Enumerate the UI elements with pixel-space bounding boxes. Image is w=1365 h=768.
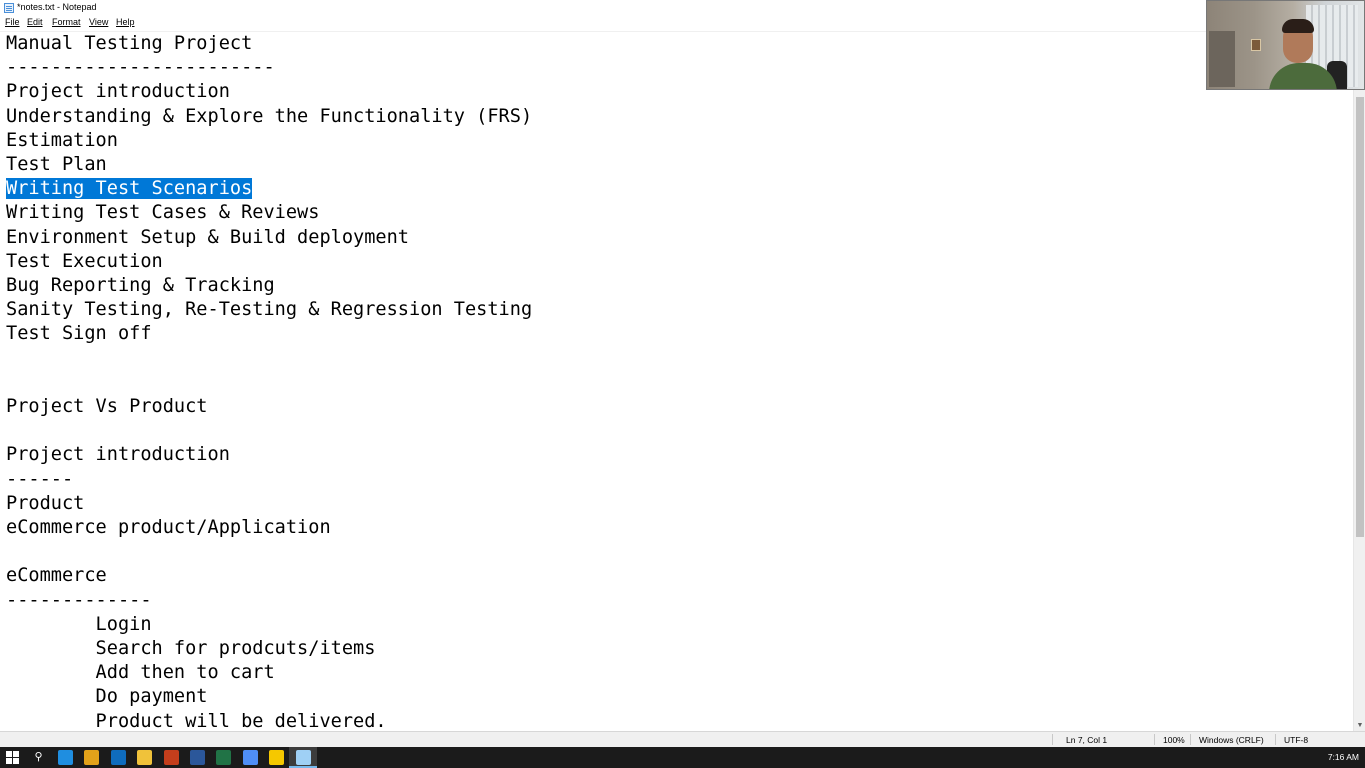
text-line: Estimation <box>6 129 118 151</box>
notepad-icon <box>4 3 14 13</box>
taskbar-clock[interactable]: 7:16 AM <box>1328 752 1359 762</box>
status-position: Ln 7, Col 1 <box>1066 735 1108 745</box>
text-line: Environment Setup & Build deployment <box>6 226 409 248</box>
scrollbar-thumb[interactable] <box>1356 97 1364 537</box>
text-line: Project Vs Product <box>6 396 208 417</box>
status-zoom: 100% <box>1163 735 1185 745</box>
text-line: Project introduction <box>6 81 230 103</box>
text-line: Manual Testing Project <box>6 33 253 54</box>
text-line: Writing Test Scenarios <box>6 177 253 201</box>
text-line: ------------- <box>6 589 152 611</box>
text-line: Test Plan <box>6 154 107 175</box>
status-divider <box>1154 734 1155 745</box>
webcam-background <box>1209 31 1235 87</box>
text-editor[interactable]: Manual Testing Project ------------------… <box>0 31 1353 731</box>
status-encoding: UTF-8 <box>1284 735 1309 745</box>
menu-format[interactable]: Format <box>52 17 81 27</box>
excel-icon[interactable] <box>216 750 232 765</box>
notepad-icon[interactable] <box>295 750 311 765</box>
text-line: Bug Reporting & Tracking <box>6 275 275 296</box>
file-explorer-icon[interactable] <box>137 750 153 765</box>
status-line-ending: Windows (CRLF) <box>1199 735 1264 745</box>
window-title: *notes.txt - Notepad <box>17 2 97 12</box>
scroll-down-icon[interactable]: ▼ <box>1356 722 1364 730</box>
sticky-notes-icon[interactable] <box>269 750 285 765</box>
text-line: Product <box>6 492 85 514</box>
powerpoint-icon[interactable] <box>163 750 179 765</box>
search-icon[interactable]: ⚲ <box>31 750 46 765</box>
text-line: Sanity Testing, Re-Testing & Regression … <box>6 299 533 321</box>
outlook-icon[interactable] <box>110 750 126 765</box>
webcam-app-icon[interactable] <box>242 750 258 765</box>
webcam-overlay <box>1206 0 1365 90</box>
status-divider <box>1275 734 1276 745</box>
text-line: ------ <box>6 468 74 490</box>
text-line: Understanding & Explore the Functionalit… <box>6 105 533 127</box>
text-line: Project introduction <box>6 444 230 466</box>
status-divider <box>1052 734 1053 745</box>
menu-edit[interactable]: Edit <box>27 17 43 27</box>
text-line: eCommerce <box>6 565 107 587</box>
webcam-person-hair <box>1282 19 1314 33</box>
text-line: Product will be delivered. <box>6 710 387 731</box>
text-line: Test Execution <box>6 250 163 272</box>
selected-text: Writing Test Scenarios <box>6 178 253 200</box>
menu-help[interactable]: Help <box>116 17 135 27</box>
text-line: Add then to cart <box>6 662 275 684</box>
windows-start-icon[interactable] <box>5 750 20 765</box>
status-bar: Ln 7, Col 1 100% Windows (CRLF) UTF-8 <box>0 731 1365 747</box>
text-line: ------------------------ <box>6 57 275 79</box>
taskbar: ⚲ 7:16 AM <box>0 747 1365 768</box>
vertical-scrollbar[interactable]: ▲ ▼ <box>1353 31 1365 731</box>
title-bar: *notes.txt - Notepad <box>0 0 1365 16</box>
text-line: Writing Test Cases & Reviews <box>6 202 320 224</box>
text-line: Test Sign off <box>6 323 152 345</box>
webcam-wall-frame <box>1251 39 1261 51</box>
text-line: Do payment <box>6 686 208 708</box>
edge-icon[interactable] <box>58 750 73 765</box>
text-line: Search for prodcuts/items <box>6 638 376 659</box>
menu-bar: File Edit Format View Help <box>0 16 1365 31</box>
text-line: Login <box>6 613 152 635</box>
text-line: eCommerce product/Application <box>6 517 331 538</box>
menu-view[interactable]: View <box>89 17 108 27</box>
status-divider <box>1190 734 1191 745</box>
chrome-icon[interactable] <box>84 750 100 765</box>
menu-file[interactable]: File <box>5 17 20 27</box>
word-icon[interactable] <box>190 750 205 765</box>
